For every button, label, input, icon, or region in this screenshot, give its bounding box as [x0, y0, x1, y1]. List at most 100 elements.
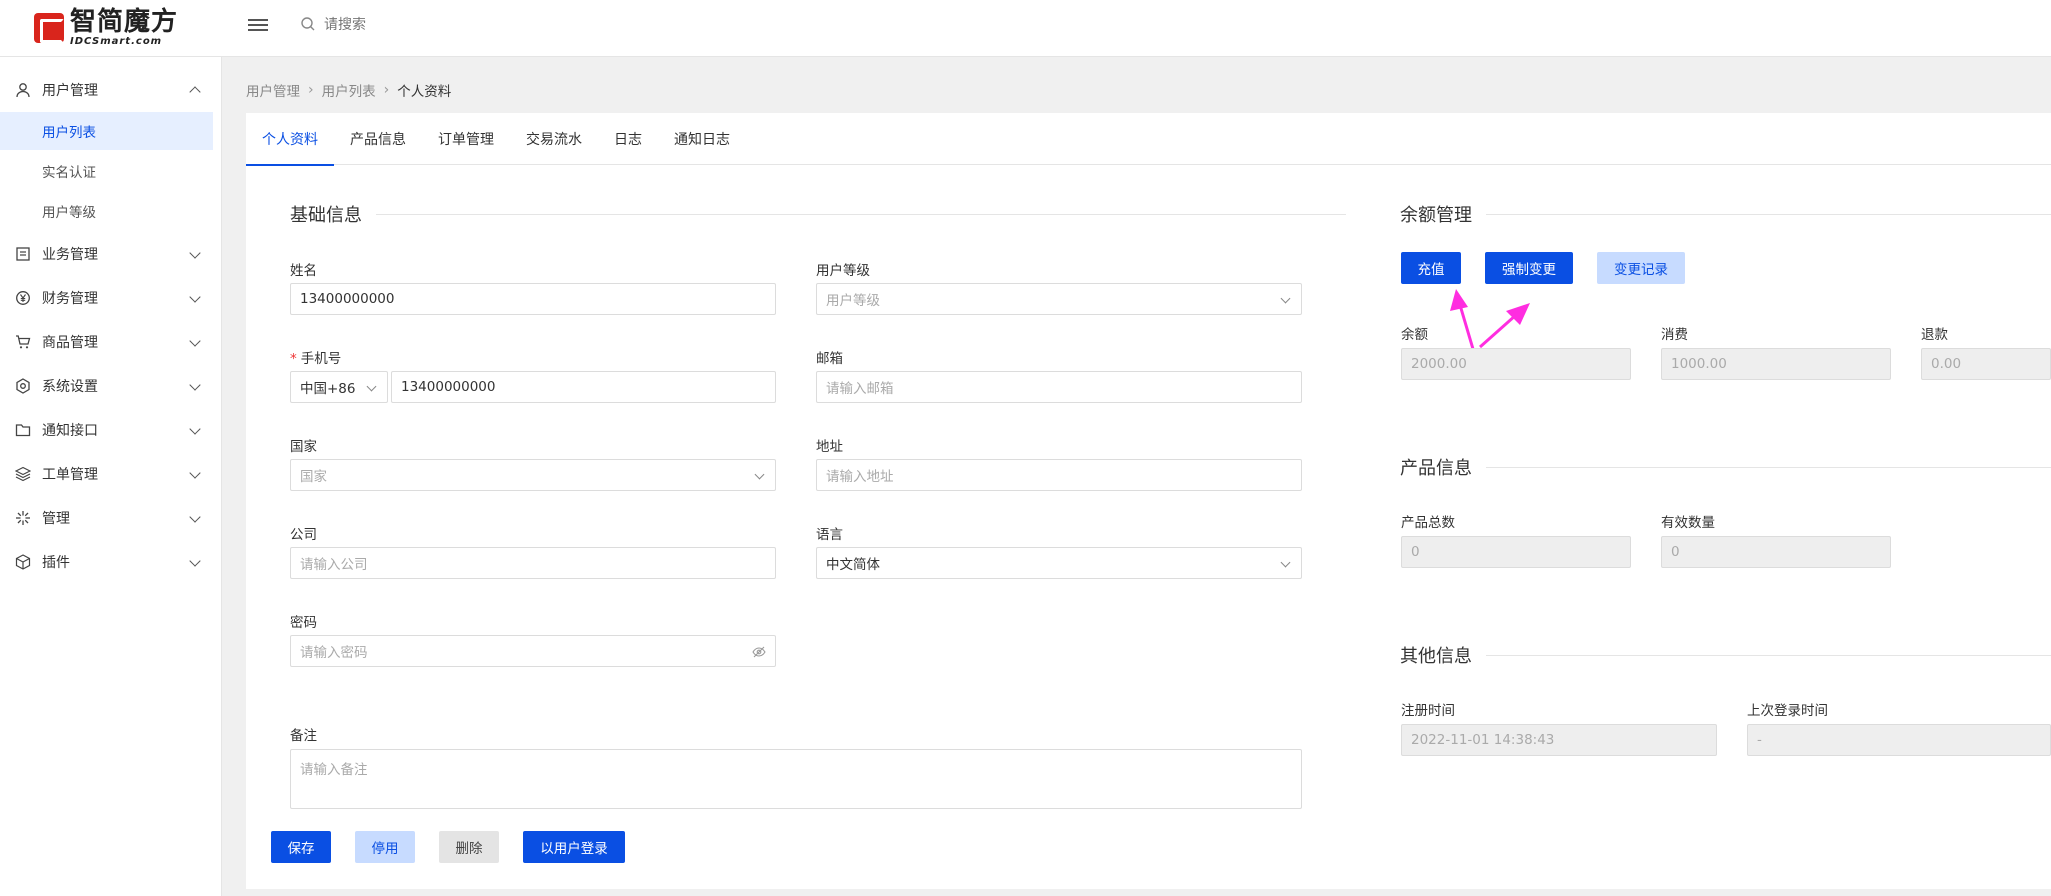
country-label: 国家	[290, 439, 317, 455]
user-icon	[14, 81, 32, 99]
chevron-down-icon	[189, 423, 201, 435]
product-valid-label: 有效数量	[1661, 515, 1715, 531]
document-icon	[14, 245, 32, 263]
nav-group-label: 管理	[42, 511, 70, 527]
tab-profile[interactable]: 个人资料	[246, 113, 334, 166]
nav-group-label: 业务管理	[42, 247, 98, 263]
recharge-button[interactable]: 充值	[1401, 252, 1461, 284]
chevron-down-icon	[189, 467, 201, 479]
phone-code-select[interactable]: 中国+86	[290, 371, 388, 403]
section-other-info: 其他信息	[1400, 642, 2051, 668]
eye-hidden-icon[interactable]	[752, 645, 766, 659]
save-button[interactable]: 保存	[271, 831, 331, 863]
section-title: 余额管理	[1400, 205, 1472, 226]
brand-name: 智简魔方	[70, 7, 179, 37]
address-label: 地址	[816, 439, 843, 455]
phone-label: * 手机号	[290, 351, 342, 367]
chevron-right-icon: ›	[308, 82, 314, 98]
consume-label: 消费	[1661, 327, 1688, 343]
country-select[interactable]: 国家	[290, 459, 776, 491]
hamburger-menu-icon[interactable]	[248, 16, 268, 34]
name-input[interactable]: 13400000000	[290, 283, 776, 315]
level-label: 用户等级	[816, 263, 870, 279]
register-time-label: 注册时间	[1401, 703, 1455, 719]
name-label: 姓名	[290, 263, 317, 279]
force-change-button[interactable]: 强制变更	[1485, 252, 1573, 284]
section-divider	[376, 213, 1346, 215]
tab-logs[interactable]: 日志	[598, 113, 658, 165]
section-divider	[1486, 213, 2051, 215]
nav-group-label: 用户管理	[42, 83, 98, 99]
balance-label: 余额	[1401, 327, 1428, 343]
delete-button[interactable]: 删除	[439, 831, 499, 863]
section-divider	[1486, 654, 2051, 656]
section-title: 产品信息	[1400, 458, 1472, 479]
content-card: 个人资料 产品信息 订单管理 交易流水 日志 通知日志 基础信息 姓名 1340…	[246, 113, 2051, 889]
nav-group-label: 通知接口	[42, 423, 98, 439]
layers-icon	[14, 465, 32, 483]
breadcrumb-current: 个人资料	[397, 84, 452, 100]
breadcrumb-item[interactable]: 用户管理	[246, 80, 300, 100]
chevron-down-icon	[1280, 557, 1291, 568]
login-as-user-button[interactable]: 以用户登录	[523, 831, 625, 863]
section-product-info: 产品信息	[1400, 454, 2051, 480]
level-select-placeholder: 用户等级	[826, 293, 880, 309]
phone-input[interactable]: 13400000000	[391, 371, 776, 403]
address-input[interactable]: 请输入地址	[816, 459, 1302, 491]
chevron-down-icon	[366, 381, 377, 392]
nav-product-management[interactable]: 商品管理	[0, 320, 221, 364]
tab-orders[interactable]: 订单管理	[422, 113, 510, 165]
language-select[interactable]: 中文简体	[816, 547, 1302, 579]
company-input[interactable]: 请输入公司	[290, 547, 776, 579]
nav-finance-management[interactable]: 财务管理	[0, 276, 221, 320]
email-label: 邮箱	[816, 351, 843, 367]
last-login-value: -	[1747, 724, 2051, 756]
nav-ticket-management[interactable]: 工单管理	[0, 452, 221, 496]
brand-logo[interactable]: 智简魔方 IDCSmart.com	[34, 7, 179, 47]
register-time-value: 2022-11-01 14:38:43	[1401, 724, 1717, 756]
note-label: 备注	[290, 728, 317, 744]
password-placeholder: 请输入密码	[300, 645, 368, 661]
chevron-down-icon	[1280, 293, 1291, 304]
nav-group-label: 财务管理	[42, 291, 98, 307]
change-log-button[interactable]: 变更记录	[1597, 252, 1685, 284]
chevron-down-icon	[189, 291, 201, 303]
search-icon	[301, 17, 315, 31]
nav-business-management[interactable]: 业务管理	[0, 232, 221, 276]
phone-label-text: 手机号	[300, 351, 342, 367]
sidebar: 用户管理 用户列表 实名认证 用户等级 业务管理 财务管理 商品管理 系统设置 …	[0, 57, 222, 896]
breadcrumb-item[interactable]: 用户列表	[322, 80, 376, 100]
refund-label: 退款	[1921, 327, 1948, 343]
nav-sub-user-list[interactable]: 用户列表	[0, 112, 213, 150]
tab-products[interactable]: 产品信息	[334, 113, 422, 165]
country-select-placeholder: 国家	[300, 469, 327, 485]
product-total-value: 0	[1401, 536, 1631, 568]
tab-notify-logs[interactable]: 通知日志	[658, 113, 746, 165]
nav-plugins[interactable]: 插件	[0, 540, 221, 584]
nav-user-management[interactable]: 用户管理	[0, 68, 221, 112]
nav-management[interactable]: 管理	[0, 496, 221, 540]
nav-sub-real-name[interactable]: 实名认证	[0, 152, 213, 190]
nav-system-settings[interactable]: 系统设置	[0, 364, 221, 408]
chevron-up-icon	[189, 86, 201, 98]
password-input[interactable]: 请输入密码	[290, 635, 776, 667]
nav-group-label: 系统设置	[42, 379, 98, 395]
note-textarea[interactable]: 请输入备注	[290, 749, 1302, 809]
email-input[interactable]: 请输入邮箱	[816, 371, 1302, 403]
search-input[interactable]	[324, 12, 624, 38]
cube-icon	[14, 553, 32, 571]
gear-icon	[14, 377, 32, 395]
nav-sub-user-level[interactable]: 用户等级	[0, 192, 213, 230]
tab-transactions[interactable]: 交易流水	[510, 113, 598, 165]
company-label: 公司	[290, 527, 317, 543]
chevron-down-icon	[189, 379, 201, 391]
last-login-label: 上次登录时间	[1747, 703, 1828, 719]
nav-notify-interface[interactable]: 通知接口	[0, 408, 221, 452]
tab-bar: 个人资料 产品信息 订单管理 交易流水 日志 通知日志	[246, 113, 2051, 166]
section-basic-info: 基础信息	[290, 201, 1346, 227]
disable-button[interactable]: 停用	[355, 831, 415, 863]
level-select[interactable]: 用户等级	[816, 283, 1302, 315]
chevron-right-icon: ›	[383, 82, 390, 98]
top-header: 智简魔方 IDCSmart.com	[0, 0, 2051, 57]
folder-icon	[14, 421, 32, 439]
